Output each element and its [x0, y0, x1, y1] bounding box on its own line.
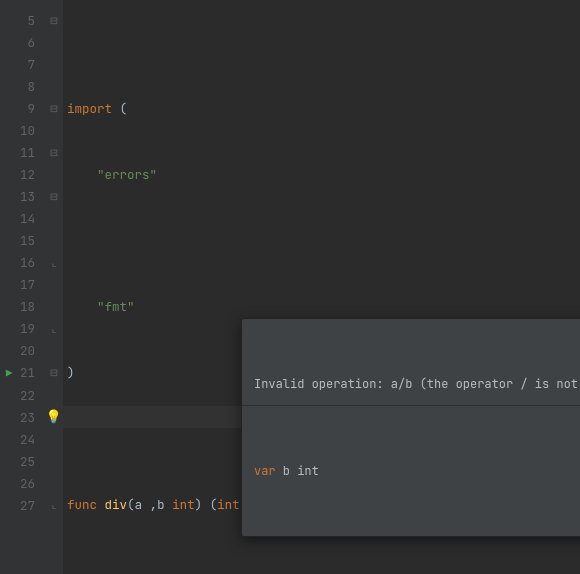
line-number: 5 [0, 10, 35, 32]
fold-gutter: ⊟ ⊟ ⊟ ⊟ ⌞ ⌞ ⊟ 💡 ⌞ [45, 0, 63, 574]
line-number: 19 [0, 318, 35, 340]
code-editor: 5 6 7 8 9 10 11 12 13 14 15 16 17 18 19 … [0, 0, 580, 574]
fold-end-icon[interactable]: ⌞ [45, 252, 63, 274]
tooltip-detail: var b int ... [242, 450, 580, 492]
error-tooltip: Invalid operation: a/b (the operator / i… [241, 318, 580, 537]
fold-icon[interactable]: ⊟ [45, 362, 63, 384]
keyword: import [67, 100, 112, 117]
fold-icon[interactable]: ⊟ [45, 142, 63, 164]
fold-end-icon[interactable]: ⌞ [45, 494, 63, 516]
line-number: 6 [0, 32, 35, 54]
run-gutter-icon[interactable]: ▶ [6, 367, 13, 381]
line-number: 16 [0, 252, 35, 274]
line-number: ▶ 21 [0, 362, 35, 385]
line-number: 8 [0, 76, 35, 98]
line-number-gutter: 5 6 7 8 9 10 11 12 13 14 15 16 17 18 19 … [0, 0, 45, 574]
line-number: 23 [0, 407, 35, 429]
string-literal: "errors" [97, 166, 157, 183]
line-number: 27 [0, 495, 35, 517]
func-name: div [105, 496, 128, 513]
line-number: 26 [0, 473, 35, 495]
line-number: 10 [0, 120, 35, 142]
line-number: 12 [0, 164, 35, 186]
tooltip-message: Invalid operation: a/b (the operator / i… [242, 363, 580, 406]
fold-icon[interactable]: ⊟ [45, 98, 63, 120]
line-number: 9 [0, 98, 35, 120]
line-number: 7 [0, 54, 35, 76]
string-literal: "fmt" [97, 298, 135, 315]
fold-icon[interactable]: ⊟ [45, 186, 63, 208]
line-number: 18 [0, 296, 35, 318]
line-number: 15 [0, 230, 35, 252]
code-area[interactable]: import ( "errors" "fmt" ) func div(a ,b … [63, 0, 580, 574]
line-number: 24 [0, 429, 35, 451]
line-number: 11 [0, 142, 35, 164]
fold-end-icon[interactable]: ⌞ [45, 318, 63, 340]
line-number: 14 [0, 208, 35, 230]
line-number: 17 [0, 274, 35, 296]
line-number: 20 [0, 340, 35, 362]
line-number: 13 [0, 186, 35, 208]
line-number: 22 [0, 385, 35, 407]
line-number: 25 [0, 451, 35, 473]
intention-bulb-icon[interactable]: 💡 [45, 406, 63, 428]
fold-icon[interactable]: ⊟ [45, 10, 63, 32]
